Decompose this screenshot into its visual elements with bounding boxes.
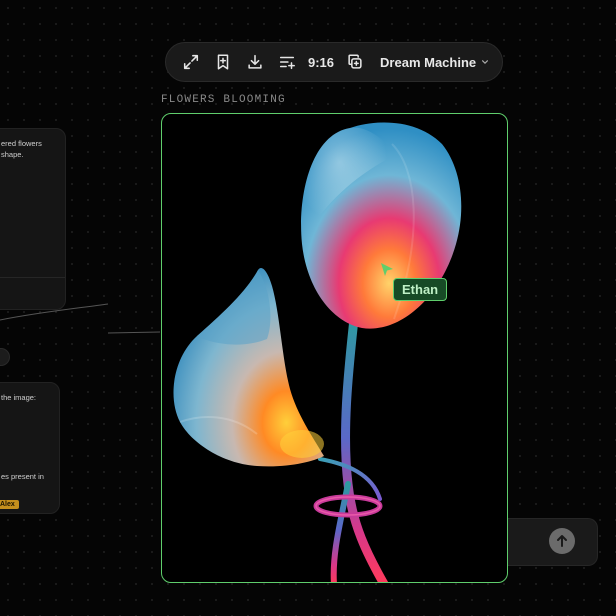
image-toolbar: 9:16 Dream Machine [165, 42, 503, 82]
panel-text: shape. [1, 150, 24, 159]
collaborator-tag-alex: Alex [0, 500, 19, 509]
generated-image-frame[interactable] [161, 113, 508, 583]
panel-text: es present in [1, 472, 44, 481]
aspect-ratio-button[interactable]: 9:16 [308, 55, 334, 70]
duplicate-button[interactable] [340, 47, 370, 77]
flower-image [173, 122, 462, 582]
node-handle[interactable] [0, 348, 10, 366]
adjust-icon [279, 56, 295, 70]
expand-icon [183, 54, 199, 70]
chevron-down-icon [482, 60, 489, 65]
adjust-button[interactable] [272, 47, 302, 77]
bookmark-add-icon [217, 54, 229, 70]
bookmark-add-button[interactable] [208, 47, 238, 77]
panel-text: the image: [1, 393, 37, 402]
model-selector[interactable]: Dream Machine [380, 55, 489, 70]
expand-button[interactable] [176, 47, 206, 77]
collaborator-tag-ethan: Ethan [393, 278, 448, 301]
prompt-panel-top[interactable]: ered flowers shape. [0, 128, 66, 310]
card-title: FLOWERS BLOOMING [161, 94, 286, 106]
model-name: Dream Machine [380, 54, 477, 70]
duplicate-icon [348, 54, 362, 69]
collaborator-cursor-icon [381, 263, 393, 276]
connector-line [0, 303, 161, 334]
panel-text: ered flowers [1, 139, 42, 148]
download-icon [248, 54, 262, 69]
download-button[interactable] [240, 47, 270, 77]
arrow-up-icon [557, 535, 567, 547]
panel-divider [0, 277, 65, 278]
prompt-panel-bottom[interactable]: the image: es present in [0, 382, 60, 514]
send-button[interactable] [549, 528, 575, 554]
